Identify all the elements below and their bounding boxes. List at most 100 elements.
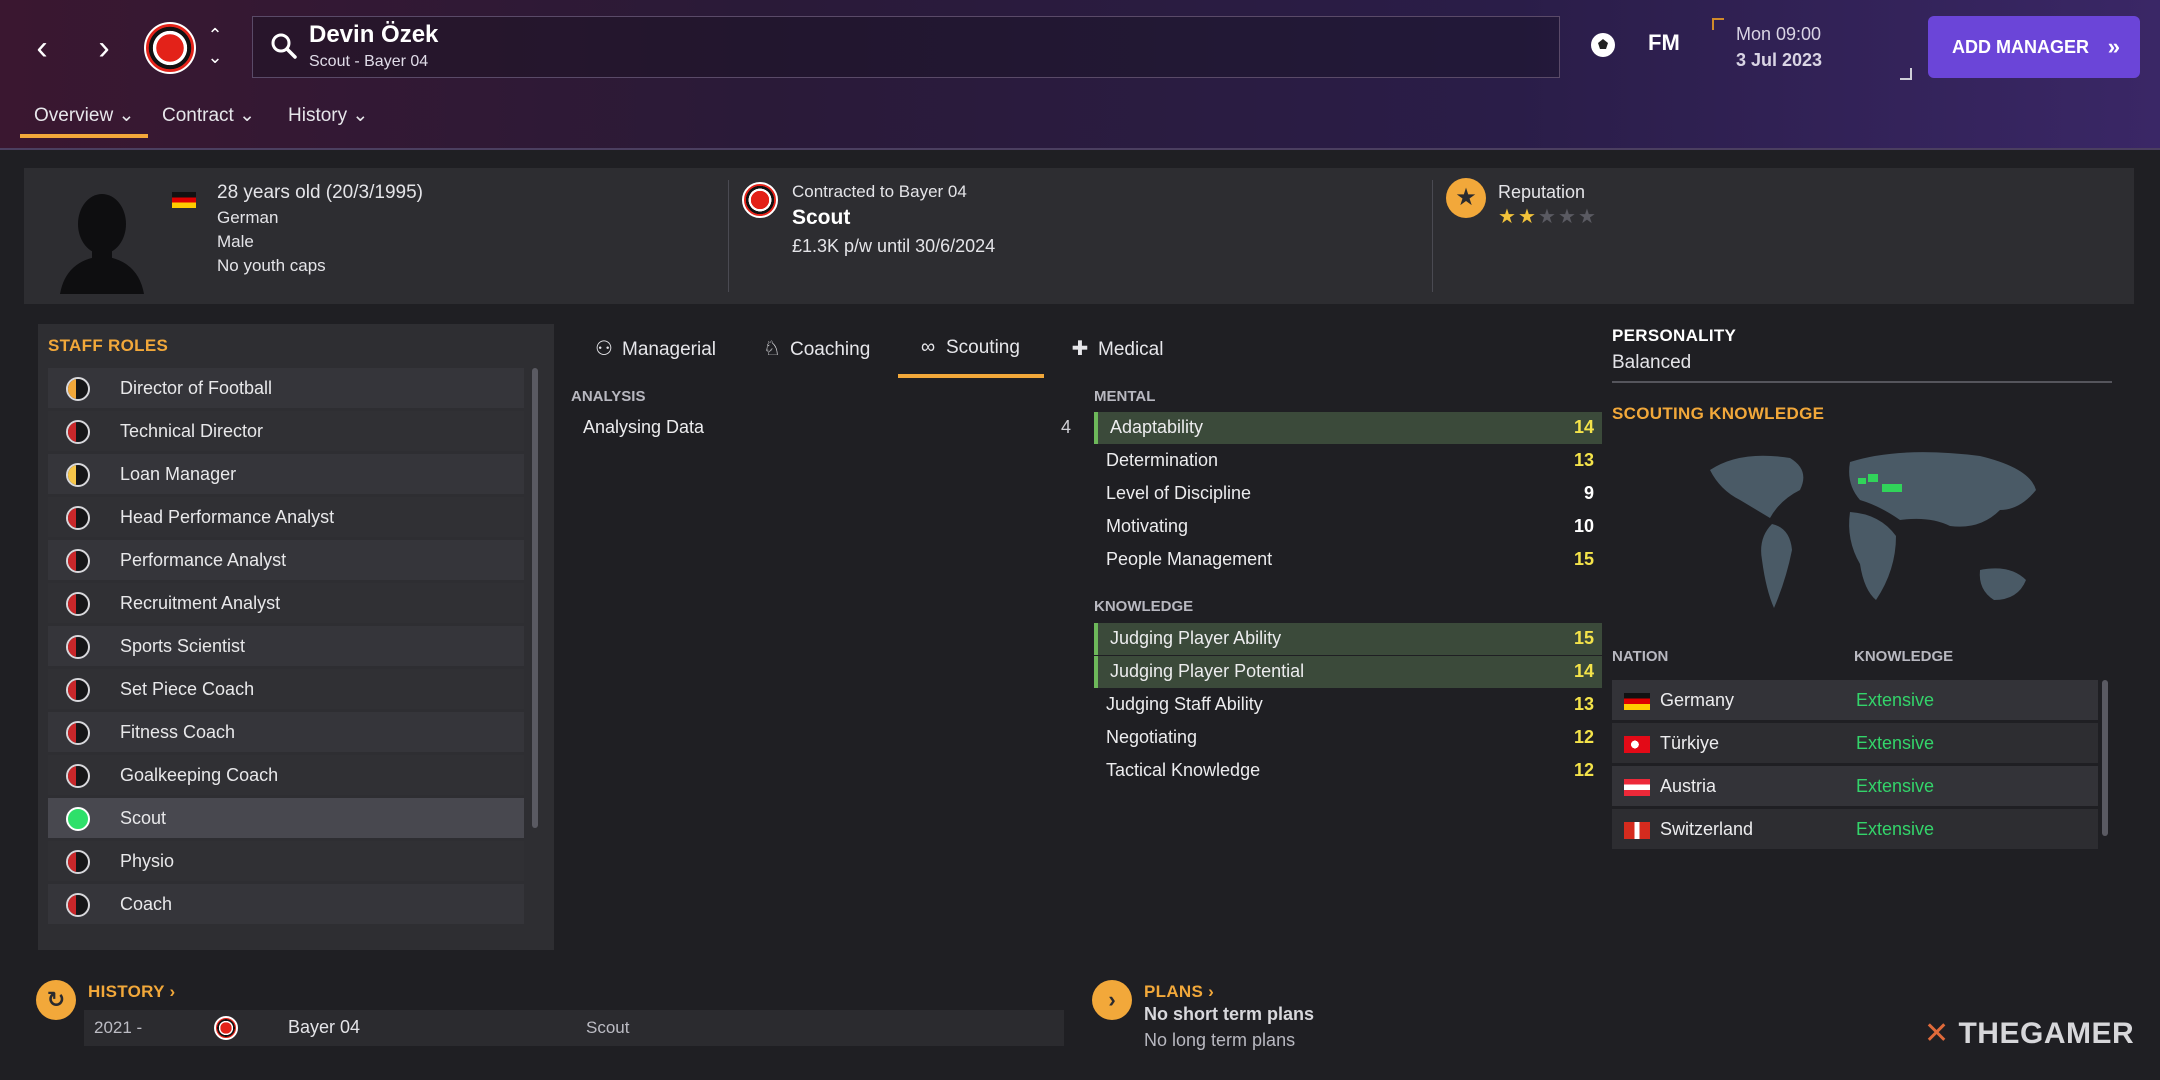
tab-managerial-label: Managerial — [622, 339, 716, 360]
tab-overview[interactable]: Overview ⌄ — [19, 104, 149, 138]
role-row[interactable]: Coach — [48, 884, 524, 924]
history-row[interactable]: 2021 - Bayer 04 Scout — [84, 1010, 1064, 1046]
attribute-name: Tactical Knowledge — [1106, 760, 1261, 780]
attribute-row[interactable]: Determination 13 — [1094, 445, 1602, 477]
role-label: Fitness Coach — [120, 722, 236, 742]
chevron-up-icon[interactable]: ⌃ — [204, 24, 226, 46]
nation-row[interactable]: Germany Extensive — [1612, 680, 2098, 720]
attribute-value: 4 — [1060, 417, 1071, 437]
attribute-row[interactable]: Analysing Data 4 — [571, 412, 1079, 444]
role-row[interactable]: Goalkeeping Coach — [48, 755, 524, 795]
role-label: Head Performance Analyst — [120, 507, 335, 527]
attribute-row[interactable]: Level of Discipline 9 — [1094, 478, 1602, 510]
role-row[interactable]: Loan Manager — [48, 454, 524, 494]
attribute-value: 13 — [1573, 694, 1594, 714]
star-icon: ★ — [1498, 206, 1516, 228]
tab-contract[interactable]: Contract ⌄ — [162, 104, 255, 127]
binoculars-icon: ∞ — [920, 336, 936, 358]
plans-title-link[interactable]: PLANS › — [1144, 982, 1214, 1002]
nations-scrollbar[interactable] — [2102, 680, 2108, 836]
role-suitability-icon — [66, 377, 90, 401]
tab-managerial[interactable]: ⚇ Managerial — [592, 336, 716, 361]
nation-row[interactable]: Austria Extensive — [1612, 766, 2098, 806]
star-icon: ★ — [1558, 206, 1576, 228]
nation-row[interactable]: Türkiye Extensive — [1612, 723, 2098, 763]
gender: Male — [217, 232, 254, 251]
knowledge-label: KNOWLEDGE — [1094, 598, 1194, 615]
role-row[interactable]: Set Piece Coach — [48, 669, 524, 709]
role-suitability-icon — [66, 506, 90, 530]
managerial-icon: ⚇ — [595, 338, 613, 360]
role-row[interactable]: Director of Football — [48, 368, 524, 408]
attribute-value: 13 — [1573, 450, 1594, 470]
club-crest-icon — [214, 1016, 238, 1040]
role-suitability-icon — [66, 807, 90, 831]
knowledge-column-header[interactable]: KNOWLEDGE — [1854, 648, 1953, 665]
role-row[interactable]: Fitness Coach — [48, 712, 524, 752]
attribute-name: Level of Discipline — [1106, 483, 1252, 503]
history-role: Scout — [586, 1018, 630, 1037]
attribute-value: 15 — [1573, 549, 1594, 569]
flag-icon — [1624, 693, 1650, 710]
roles-scrollbar[interactable] — [532, 368, 538, 828]
attribute-row[interactable]: People Management 15 — [1094, 544, 1602, 576]
nationality: German — [217, 208, 279, 227]
long-term-plans: No long term plans — [1144, 1030, 1296, 1050]
game-date[interactable]: Mon 09:00 3 Jul 2023 — [1712, 18, 1912, 80]
club-switch-arrows[interactable]: ⌃ ⌄ — [204, 24, 226, 68]
nation-row[interactable]: Switzerland Extensive — [1612, 809, 2098, 849]
role-row[interactable]: Scout — [48, 798, 524, 838]
history-title-link[interactable]: HISTORY › — [88, 982, 175, 1002]
club-crest-icon[interactable] — [742, 182, 778, 218]
role-label: Director of Football — [120, 378, 273, 398]
attribute-row[interactable]: Judging Player Potential 14 — [1094, 656, 1602, 688]
role-suitability-icon — [66, 420, 90, 444]
contract-club[interactable]: Contracted to Bayer 04 — [792, 182, 967, 202]
germany-flag-icon — [172, 192, 196, 208]
role-row[interactable]: Recruitment Analyst — [48, 583, 524, 623]
role-label: Set Piece Coach — [120, 679, 255, 699]
attribute-row[interactable]: Judging Player Ability 15 — [1094, 623, 1602, 655]
nation-knowledge-level: Extensive — [1856, 776, 1935, 796]
tab-history[interactable]: History ⌄ — [288, 104, 368, 127]
fm-logo[interactable]: FM — [1648, 30, 1680, 56]
chevron-down-icon: ⌄ — [118, 105, 135, 126]
role-row[interactable]: Sports Scientist — [48, 626, 524, 666]
contract-wage: £1.3K p/w until 30/6/2024 — [792, 236, 996, 256]
attribute-row[interactable]: Tactical Knowledge 12 — [1094, 755, 1602, 787]
forward-arrow-icon[interactable]: › — [84, 28, 124, 68]
history-club[interactable]: Bayer 04 — [288, 1017, 360, 1038]
chevron-right-icon[interactable]: › — [1092, 980, 1132, 1020]
world-map[interactable] — [1700, 440, 2050, 620]
plans-title: PLANS — [1144, 982, 1204, 1001]
attribute-name: Negotiating — [1106, 727, 1198, 747]
youth-caps: No youth caps — [217, 256, 326, 275]
nation-column-header[interactable]: NATION — [1612, 648, 1668, 665]
club-crest-icon[interactable] — [144, 22, 196, 74]
search-icon — [271, 33, 297, 59]
chevron-down-icon[interactable]: ⌄ — [204, 46, 226, 68]
attribute-row[interactable]: Motivating 10 — [1094, 511, 1602, 543]
tab-coaching[interactable]: ♘ Coaching — [760, 336, 870, 361]
nation-name: Türkiye — [1660, 733, 1720, 753]
search-box[interactable]: Devin Özek Scout - Bayer 04 — [252, 16, 1560, 78]
role-row[interactable]: Head Performance Analyst — [48, 497, 524, 537]
ball-icon[interactable] — [1588, 30, 1618, 60]
role-row[interactable]: Performance Analyst — [48, 540, 524, 580]
attribute-row[interactable]: Judging Staff Ability 13 — [1094, 689, 1602, 721]
tab-medical[interactable]: ✚ Medical — [1068, 336, 1164, 361]
tab-scouting[interactable]: ∞ Scouting — [916, 336, 1020, 359]
attribute-row[interactable]: Negotiating 12 — [1094, 722, 1602, 754]
history-icon: ↻ — [36, 980, 76, 1020]
role-row[interactable]: Technical Director — [48, 411, 524, 451]
role-suitability-icon — [66, 678, 90, 702]
attribute-value: 10 — [1573, 516, 1594, 536]
add-manager-button[interactable]: ADD MANAGER » — [1928, 16, 2140, 78]
back-arrow-icon[interactable]: ‹ — [22, 28, 62, 68]
attribute-row[interactable]: Adaptability 14 — [1094, 412, 1602, 444]
attribute-name: Motivating — [1106, 516, 1189, 536]
attribute-value: 12 — [1573, 760, 1594, 780]
role-row[interactable]: Physio — [48, 841, 524, 881]
add-manager-label: ADD MANAGER — [1952, 37, 2089, 57]
date-corner-bottom — [1900, 68, 1912, 80]
